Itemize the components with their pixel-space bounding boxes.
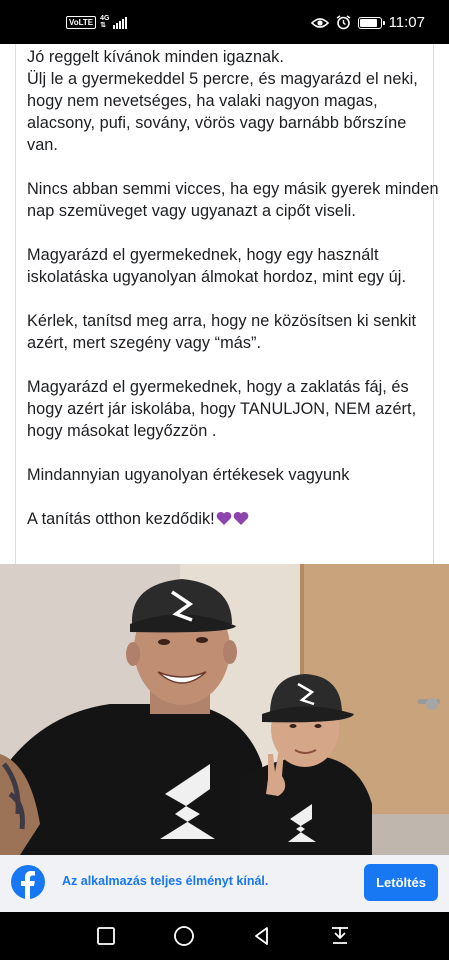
download-button[interactable]: Letöltés <box>364 864 438 901</box>
alarm-icon <box>336 15 351 30</box>
network-indicators: VoLTE 4G ⇅ <box>66 15 127 29</box>
network-type: 4G ⇅ <box>100 15 110 29</box>
post-paragraph: Jó reggelt kívánok minden igaznak. Ülj l… <box>27 48 418 154</box>
post-paragraph: Kérlek, tanítsd meg arra, hogy ne közösí… <box>27 312 417 352</box>
navigation-bar <box>0 912 449 960</box>
status-icons: 11:07 <box>310 14 425 31</box>
back-icon[interactable] <box>250 924 274 948</box>
app-install-banner: Az alkalmazás teljes élményt kínál. Letö… <box>0 855 449 912</box>
post-text: Jó reggelt kívánok minden igaznak. Ülj l… <box>27 46 439 552</box>
home-icon[interactable] <box>172 924 196 948</box>
volte-badge: VoLTE <box>66 16 97 29</box>
post-photo[interactable] <box>0 564 449 855</box>
purple-heart-icon <box>233 511 249 525</box>
signal-icon <box>112 16 127 29</box>
battery-icon <box>357 16 385 29</box>
recent-apps-icon[interactable] <box>94 924 118 948</box>
post-closing-text: A tanítás otthon kezdődik! <box>27 510 215 528</box>
post-paragraph: Nincs abban semmi vicces, ha egy másik g… <box>27 180 439 220</box>
photo-illustration <box>0 564 449 855</box>
clock: 11:07 <box>388 14 425 31</box>
banner-message: Az alkalmazás teljes élményt kínál. <box>62 874 269 888</box>
facebook-logo-icon[interactable] <box>11 865 45 899</box>
post-paragraph: Mindannyian ugyanolyan értékesek vagyunk <box>27 466 350 484</box>
eye-icon <box>310 17 329 29</box>
post-paragraph: Magyarázd el gyermekednek, hogy a zaklat… <box>27 378 417 440</box>
post-paragraph: Magyarázd el gyermekednek, hogy egy hasz… <box>27 246 407 286</box>
post-body: Jó reggelt kívánok minden igaznak. Ülj l… <box>0 44 449 564</box>
notification-pull-icon[interactable] <box>328 924 352 948</box>
battery-level <box>359 18 377 27</box>
purple-heart-icon <box>216 511 232 525</box>
status-bar: VoLTE 4G ⇅ 11:07 <box>0 0 449 44</box>
post-closing: A tanítás otthon kezdődik! <box>27 508 439 530</box>
